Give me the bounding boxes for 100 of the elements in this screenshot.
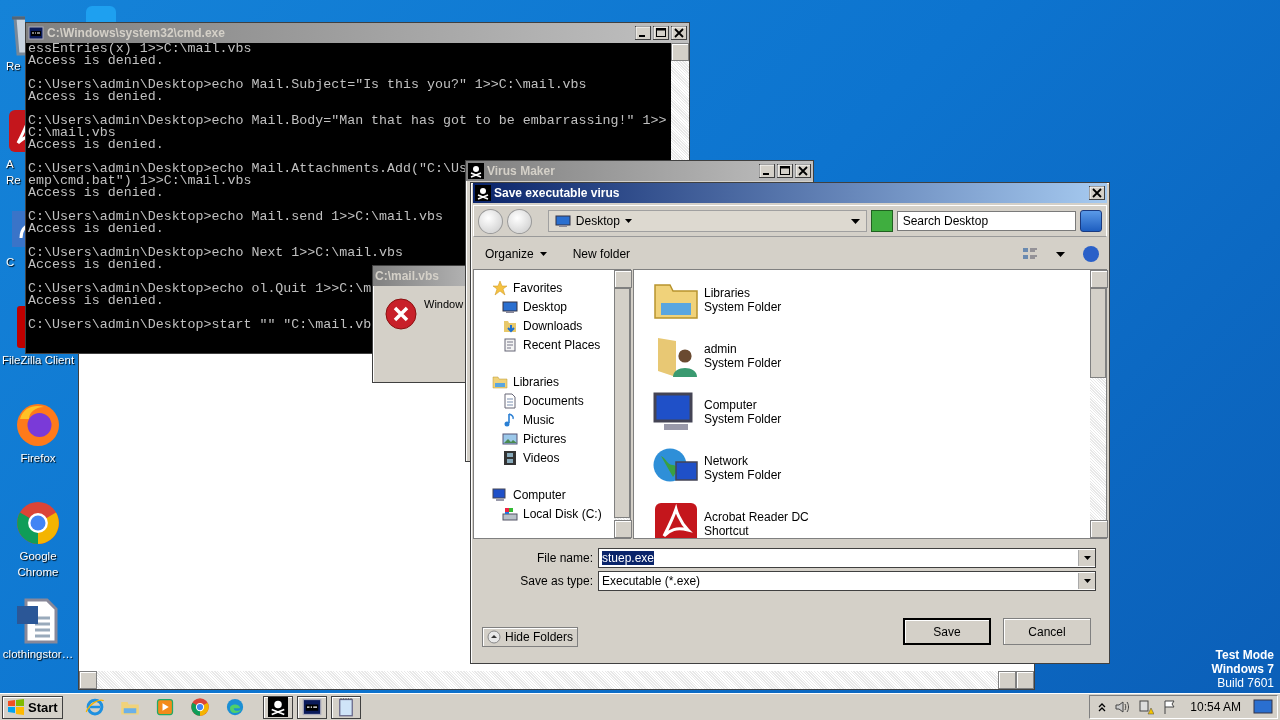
dropdown-icon[interactable] (850, 218, 860, 224)
window-title: C:\mail.vbs (375, 269, 440, 283)
scroll-down-button[interactable] (1090, 520, 1108, 538)
skull-icon (475, 185, 491, 201)
file-item[interactable]: Acrobat Reader DC Shortcut (652, 500, 1090, 538)
file-item[interactable]: Network System Folder (652, 444, 1090, 500)
desktop-icon-label[interactable]: Chrome (17, 566, 59, 579)
close-button[interactable] (671, 26, 687, 40)
scroll-thumb[interactable] (614, 288, 630, 518)
minimize-button[interactable] (635, 26, 651, 40)
close-button[interactable] (1089, 186, 1105, 200)
browser-icon (14, 401, 62, 449)
error-icon (385, 298, 417, 330)
scroll-up-button[interactable] (614, 270, 632, 288)
search-field[interactable]: Search Desktop (896, 211, 1077, 231)
close-button[interactable] (795, 164, 811, 178)
nav-item[interactable]: Computer (474, 485, 614, 504)
minimize-button[interactable] (759, 164, 775, 178)
terminal-line: C:\Users\admin\Desktop>echo ol.Quit 1>>C:\m (28, 283, 372, 295)
nav-item[interactable]: Pictures (474, 429, 614, 448)
terminal-line: Access is denied. (28, 187, 164, 199)
dropdown-icon[interactable] (1083, 579, 1091, 583)
scroll-right-button[interactable] (998, 671, 1016, 689)
browser-icon (189, 697, 210, 717)
dialog-button[interactable]: Save (903, 618, 991, 645)
terminal-line: Access is denied. (28, 139, 164, 151)
dialog-button[interactable]: Cancel (1003, 618, 1091, 645)
desktop-icon-label[interactable]: clothingstor… (2, 648, 74, 661)
resize-grip[interactable] (1016, 671, 1034, 689)
maximize-button[interactable] (653, 26, 669, 40)
scroll-left-button[interactable] (79, 671, 97, 689)
file-item[interactable]: admin System Folder (652, 332, 1090, 388)
taskbar-button[interactable] (262, 695, 293, 719)
nav-item[interactable]: Recent Places (474, 335, 614, 354)
terminal-icon (301, 697, 322, 717)
monitor-icon (502, 298, 518, 315)
terminal-line: C:\Users\admin\Desktop>start "" "C:\mail.vb (28, 319, 372, 331)
chevron-icon[interactable] (1098, 702, 1107, 712)
error-message: Window (424, 298, 464, 310)
file-item[interactable]: Libraries System Folder (652, 276, 1090, 332)
test-mode-notice: Test Mode (1214, 648, 1274, 662)
combo-box[interactable]: Executable (*.exe) (598, 571, 1096, 591)
desktop-icon-label[interactable]: Re (6, 174, 21, 187)
caret-icon (624, 219, 632, 223)
scroll-up-button[interactable] (1090, 270, 1108, 288)
test-mode-notice: Build 7601 (1216, 676, 1274, 690)
browser-icon (224, 697, 245, 717)
help-icon[interactable] (1083, 246, 1099, 262)
nav-item[interactable]: Downloads (474, 316, 614, 335)
desktop-icon-label[interactable]: Google (19, 550, 57, 563)
terminal-line: C:\Users\admin\Desktop>echo Mail.Subject="Is this you?" 1>>C:\mail.vbs (28, 79, 587, 91)
start-button[interactable]: Start (2, 695, 63, 719)
terminal-line: Access is denied. (28, 223, 164, 235)
terminal-line: C:\Users\admin\Desktop>echo Mail.Attachments.Add("C:\Us (28, 163, 467, 175)
field-label: File name: (535, 551, 593, 565)
taskbar-button[interactable] (296, 695, 327, 719)
caret-icon[interactable] (1056, 251, 1065, 257)
nav-item[interactable]: Desktop (474, 297, 614, 316)
star-icon (492, 279, 508, 296)
nav-item[interactable]: Documents (474, 391, 614, 410)
folder-icon (492, 373, 508, 390)
terminal-line: C:\Users\admin\Desktop>echo Next 1>>C:\mail.vbs (28, 247, 404, 259)
computer-icon (492, 486, 508, 503)
skull-icon (468, 163, 484, 179)
nav-item[interactable]: Favorites (474, 278, 614, 297)
network-icon[interactable] (1138, 699, 1155, 715)
scroll-down-button[interactable] (614, 520, 632, 538)
desktop-icon-label[interactable]: A (6, 158, 14, 171)
refresh-button[interactable] (870, 210, 893, 232)
toolbar-button[interactable]: New folder (568, 245, 635, 263)
dropdown-icon[interactable] (1083, 556, 1091, 560)
address-bar[interactable]: Desktop (547, 210, 867, 232)
toolbar-button[interactable]: Organize (481, 245, 551, 263)
scroll-up-button[interactable] (671, 43, 689, 61)
combo-box[interactable]: stuep.exe (598, 548, 1096, 568)
show-desktop-button[interactable] (1253, 698, 1273, 716)
taskbar-button[interactable] (330, 695, 361, 719)
nav-item[interactable]: Local Disk (C:) (474, 504, 614, 523)
desktop-icon-label[interactable]: Firefox (20, 452, 56, 465)
terminal-line: Access is denied. (28, 91, 164, 103)
scroll-thumb[interactable] (1090, 288, 1106, 378)
forward-button[interactable] (506, 208, 532, 234)
nav-item[interactable]: Music (474, 410, 614, 429)
browser-icon (14, 499, 62, 547)
desktop-icon-label[interactable]: FileZilla Client (1, 354, 75, 367)
desktop-icon-label[interactable]: C (6, 256, 15, 269)
caret-icon (539, 252, 547, 256)
clock[interactable]: 10:54 AM (1190, 700, 1241, 714)
picture-icon (502, 430, 518, 447)
search-button[interactable] (1080, 210, 1102, 232)
nav-item[interactable]: Libraries (474, 372, 614, 391)
nav-item[interactable]: Videos (474, 448, 614, 467)
chevron-up-icon (487, 630, 501, 644)
film-icon (502, 449, 518, 466)
back-button[interactable] (478, 208, 503, 234)
maximize-button[interactable] (777, 164, 793, 178)
desktop-icon-label[interactable]: Re (6, 60, 21, 73)
speaker-icon[interactable] (1114, 699, 1131, 715)
hide-folders-button[interactable]: Hide Folders (482, 627, 579, 647)
file-item[interactable]: Computer System Folder (652, 388, 1090, 444)
